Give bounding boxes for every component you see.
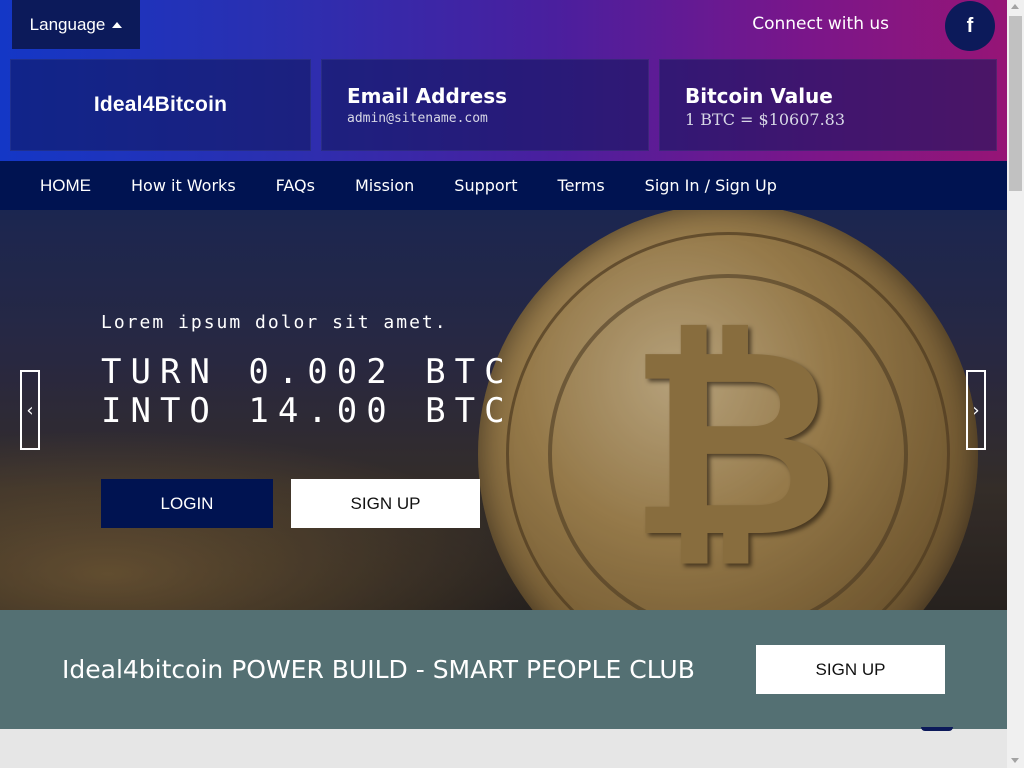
bitcoin-value-box: Bitcoin Value 1 BTC = $10607.83	[659, 59, 997, 151]
top-header: Language Connect with us f Ideal4Bitcoin…	[0, 0, 1007, 161]
cta-signup-button[interactable]: SIGN UP	[756, 645, 945, 694]
scroll-top-tab[interactable]	[921, 727, 953, 731]
logo-box: Ideal4Bitcoin	[10, 59, 311, 151]
facebook-icon[interactable]: f	[945, 1, 995, 51]
hero-title-line-2: INTO 14.00 BTC	[101, 391, 514, 431]
nav-item-how-it-works[interactable]: How it Works	[131, 176, 236, 195]
hero-title: TURN 0.002 BTC INTO 14.00 BTC	[101, 353, 571, 431]
nav-item-home[interactable]: HOME	[40, 176, 91, 196]
email-value: admin@sitename.com	[347, 111, 488, 126]
cta-band: Ideal4bitcoin POWER BUILD - SMART PEOPLE…	[0, 610, 1007, 729]
hero-title-line-1: TURN 0.002 BTC	[101, 352, 514, 392]
main-nav: HOME How it Works FAQs Mission Support T…	[0, 161, 1007, 210]
scrollbar-thumb[interactable]	[1009, 16, 1022, 191]
nav-item-support[interactable]: Support	[454, 176, 517, 195]
chevron-right-icon[interactable]: ›	[966, 370, 986, 450]
email-title: Email Address	[347, 84, 508, 108]
nav-item-sign-in[interactable]: Sign In / Sign Up	[645, 176, 777, 195]
nav-item-faqs[interactable]: FAQs	[276, 176, 315, 195]
signup-button[interactable]: SIGN UP	[291, 479, 480, 528]
scroll-up-icon[interactable]	[1011, 4, 1019, 9]
email-box: Email Address admin@sitename.com	[321, 59, 649, 151]
connect-with-us-label: Connect with us	[752, 14, 889, 34]
bitcoin-value-title: Bitcoin Value	[685, 84, 833, 108]
nav-item-terms[interactable]: Terms	[558, 176, 605, 195]
site-logo[interactable]: Ideal4Bitcoin	[94, 93, 227, 117]
vertical-scrollbar[interactable]	[1007, 0, 1024, 768]
login-button[interactable]: LOGIN	[101, 479, 273, 528]
bitcoin-value-text: 1 BTC = $10607.83	[685, 110, 846, 129]
caret-up-icon	[112, 21, 123, 28]
nav-item-mission[interactable]: Mission	[355, 176, 414, 195]
hero-slider: ₿ Lorem ipsum dolor sit amet. TURN 0.002…	[0, 210, 1007, 610]
chevron-left-icon[interactable]: ‹	[20, 370, 40, 450]
page-footer-area	[0, 729, 1007, 768]
cta-text: Ideal4bitcoin POWER BUILD - SMART PEOPLE…	[62, 655, 695, 684]
language-dropdown[interactable]: Language	[12, 0, 140, 49]
hero-kicker: Lorem ipsum dolor sit amet.	[101, 312, 448, 333]
scroll-down-icon[interactable]	[1011, 758, 1019, 763]
language-label: Language	[29, 14, 106, 34]
